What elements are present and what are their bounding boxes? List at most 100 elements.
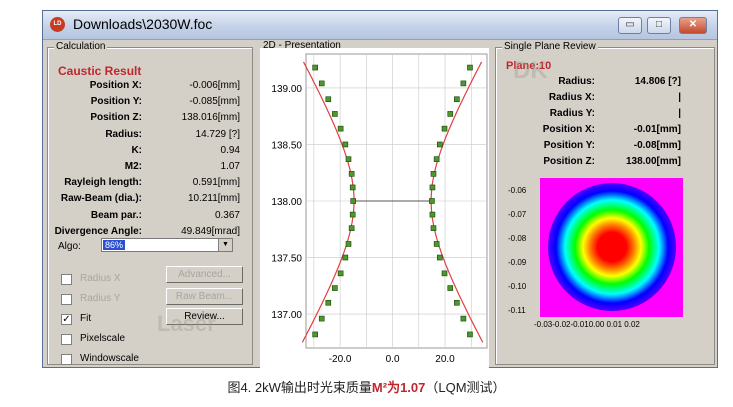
data-point [441,270,448,277]
caption-suffix: （LQM测试） [425,380,506,395]
calc-row: K: 0.94 [50,145,240,160]
review-row-label: Radius X: [548,92,595,103]
review-row: Radius Y: | [498,108,681,122]
app-logo-icon: LD [50,17,65,32]
calc-row-value: 14.729 [?] [195,128,240,140]
data-point [447,111,454,117]
data-point [467,331,473,338]
data-point [312,331,318,338]
data-point [348,171,355,177]
review-row-value: 14.806 [?] [634,76,681,87]
heatmap-x-ticks: -0.03-0.02-0.010.00 0.01 0.02 [534,320,640,329]
heatmap-y-tick: -0.07 [508,210,527,219]
data-point [436,141,443,148]
data-point [429,211,436,218]
checkbox-radius-x[interactable] [61,274,72,285]
title-bar[interactable]: LD Downloads\2030W.foc ▭ □ ✕ [43,11,717,40]
data-point [318,80,325,87]
heatmap-y-tick: -0.10 [508,282,527,291]
data-point [350,198,357,204]
heatmap-y-tick: -0.06 [508,186,527,195]
calculation-panel: Calculation Caustic Result Position X: -0… [47,41,253,365]
data-point [332,285,338,291]
application-window: LD Downloads\2030W.foc ▭ □ ✕ Calculation… [42,10,718,368]
data-point [429,184,436,191]
y-tick-label: 137.50 [271,254,302,265]
review-row-value: -0.08[mm] [633,140,681,151]
checkbox-radius-y[interactable] [61,294,72,305]
data-point [345,241,352,247]
raw-beam-button[interactable]: Raw Beam... [166,288,243,305]
checkbox-label: Windowscale [80,353,139,364]
calc-row: Radius: 14.729 [?] [50,129,240,144]
data-point [454,299,460,306]
data-point [325,299,332,306]
y-tick-label: 138.00 [271,197,302,208]
heatmap-y-tick: -0.11 [508,306,526,315]
x-tick-label: -20.0 [329,354,352,365]
beam-spot [548,183,676,311]
x-tick-label: 0.0 [386,354,400,365]
review-row-label: Position Z: [543,156,595,167]
calc-row-value: -0.006[mm] [189,80,240,91]
calc-row-value: 0.367 [214,209,240,221]
checkbox-label: Pixelscale [80,333,126,344]
calc-row-label: Position Z: [90,112,142,124]
y-tick-label: 137.00 [271,310,302,321]
calc-row-value: 0.591[mm] [192,177,240,189]
data-point [454,96,460,103]
window-title: Downloads\2030W.foc [73,16,213,32]
checkbox-label: Radius X [80,273,121,284]
data-point [349,211,356,218]
data-point [429,198,435,204]
calc-row: Raw-Beam (dia.): 10.211[mm] [50,193,240,208]
review-row-label: Radius Y: [549,108,595,119]
calc-row-label: Position X: [89,80,142,91]
chevron-down-icon[interactable]: ▼ [218,239,232,251]
data-point [460,80,467,87]
data-point [342,141,349,148]
watermark-logo: DK [513,57,548,84]
calc-row-label: Rayleigh length: [64,177,142,189]
data-point [337,270,344,277]
data-point [332,111,338,117]
data-point [447,285,454,291]
calc-row-label: Raw-Beam (dia.): [60,193,142,205]
data-point [348,225,355,231]
calc-row: Position Z: 138.016[mm] [50,112,240,127]
calc-row-value: -0.085[mm] [189,96,240,108]
review-row-value: | [678,108,681,119]
advanced-button[interactable]: Advanced... [166,266,243,283]
checkbox-windowscale[interactable] [61,354,72,365]
calc-row-label: K: [131,144,142,156]
data-point [441,125,448,132]
calc-row: M2: 1.07 [50,161,240,176]
data-point [342,254,349,261]
review-row-label: Radius: [558,76,595,87]
calc-row: Position X: -0.006[mm] [50,80,240,95]
maximize-button[interactable]: □ [647,17,671,34]
x-tick-label: 20.0 [435,354,455,365]
beam-profile-heatmap [540,178,683,317]
review-group-label: Single Plane Review [502,41,598,53]
checkbox-pixelscale[interactable] [61,334,72,345]
data-point [312,64,318,71]
calculation-group-label: Calculation [54,41,108,53]
close-button[interactable]: ✕ [679,17,707,34]
data-point [436,254,443,261]
data-point [337,125,344,132]
calc-row-value: 1.07 [220,161,240,172]
watermark-logo-2: Laser [157,311,216,336]
calc-row-label: Radius: [105,128,142,140]
data-point [430,225,437,231]
calc-row: Beam par.: 0.367 [50,210,240,225]
checkbox-label: Radius Y [80,293,121,304]
review-row: Radius X: | [498,92,681,106]
checkbox-fit[interactable]: ✓ [61,314,72,325]
data-point [467,64,473,71]
algo-select[interactable]: 86% ▼ [101,238,233,252]
calc-row: Position Y: -0.085[mm] [50,96,240,111]
algo-selected-value: 86% [103,240,126,250]
review-row-value: -0.01[mm] [633,124,681,135]
minimize-button[interactable]: ▭ [618,17,642,34]
